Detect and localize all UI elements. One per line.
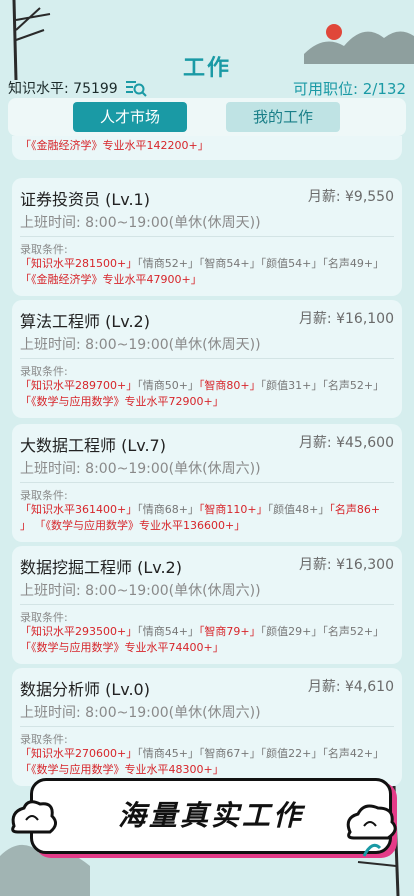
requirement-line: 「知识水平289700+」「情商50+」「智商80+」「颜值31+」「名声52+… [20,378,394,394]
req-looks: 「颜值29+」 [260,625,323,638]
requirement-line: 「知识水平293500+」「情商54+」「智商79+」「颜值29+」「名声52+… [20,624,394,640]
req-fame-close: 」 [20,519,31,532]
tab-my-work[interactable]: 我的工作 [226,102,340,132]
req-fame: 「名声86+ [329,503,381,516]
req-iq: 「智商110+」 [198,503,268,516]
req-major: 「《数学与应用数学》专业水平136600+」 [34,519,246,532]
knowledge-label: 知识水平: 75199 [8,81,118,97]
requirement-line: 「《数学与应用数学》专业水平48300+」 [20,762,394,778]
tab-bar: 人才市场 我的工作 [8,98,406,136]
promo-banner: 海量真实工作 [30,778,392,854]
req-looks: 「颜值48+」 [267,503,330,516]
requirement-line: 」 「《数学与应用数学》专业水平136600+」 [20,518,394,534]
job-salary: 月薪: ¥9,550 [307,189,394,205]
req-eq: 「情商68+」 [137,503,199,516]
req-eq: 「情商52+」 [137,257,199,270]
job-card[interactable]: 数据分析师 (Lv.0) 月薪: ¥4,610 上班时间: 8:00~19:00… [12,668,402,786]
divider [20,236,394,237]
job-title: 证券投资员 (Lv.1) [20,190,150,209]
req-fame: 「名声52+」 [322,625,385,638]
job-card[interactable]: 数据挖掘工程师 (Lv.2) 月薪: ¥16,300 上班时间: 8:00~19… [12,546,402,664]
requirement-line: 「《金融经济学》专业水平142200+」 [20,139,209,152]
req-looks: 「颜值31+」 [260,379,323,392]
job-list[interactable]: 「《金融经济学》专业水平142200+」 证券投资员 (Lv.1) 月薪: ¥9… [0,136,414,786]
job-card[interactable]: 大数据工程师 (Lv.7) 月薪: ¥45,600 上班时间: 8:00~19:… [12,424,402,542]
req-iq: 「智商79+」 [198,625,261,638]
req-knowledge: 「知识水平289700+」 [20,379,138,392]
req-eq: 「情商50+」 [137,379,199,392]
job-hours: 上班时间: 8:00~19:00(单休(休周六)) [20,705,261,721]
job-salary: 月薪: ¥4,610 [307,679,394,695]
requirement-line: 「知识水平281500+」「情商52+」「智商54+」「颜值54+」「名声49+… [20,256,394,272]
job-card[interactable]: 证券投资员 (Lv.1) 月薪: ¥9,550 上班时间: 8:00~19:00… [12,178,402,296]
divider [20,726,394,727]
requirement-line: 「知识水平361400+」「情商68+」「智商110+」「颜值48+」「名声86… [20,502,394,518]
requirement-line: 「知识水平270600+」「情商45+」「智商67+」「颜值22+」「名声42+… [20,746,394,762]
job-hours: 上班时间: 8:00~19:00(单休(休周天)) [20,215,261,231]
req-looks: 「颜值22+」 [260,747,323,760]
req-eq: 「情商45+」 [137,747,199,760]
job-salary: 月薪: ¥16,300 [298,557,394,573]
req-iq: 「智商54+」 [198,257,261,270]
job-card-partial[interactable]: 「《金融经济学》专业水平142200+」 [12,136,402,160]
job-salary: 月薪: ¥45,600 [298,435,394,451]
req-major: 「《数学与应用数学》专业水平74400+」 [20,641,224,654]
req-fame: 「名声52+」 [322,379,385,392]
job-title: 数据挖掘工程师 (Lv.2) [20,558,182,577]
divider [20,358,394,359]
requirements-label: 录取条件: [20,243,68,256]
job-title: 大数据工程师 (Lv.7) [20,436,166,455]
requirement-line: 「《金融经济学》专业水平47900+」 [20,272,394,288]
job-title: 算法工程师 (Lv.2) [20,312,150,331]
requirements-label: 录取条件: [20,611,68,624]
job-salary: 月薪: ¥16,100 [298,311,394,327]
job-card[interactable]: 算法工程师 (Lv.2) 月薪: ¥16,100 上班时间: 8:00~19:0… [12,300,402,418]
req-looks: 「颜值54+」 [260,257,323,270]
cloud-icon-left [11,800,57,834]
requirements-label: 录取条件: [20,489,68,502]
divider [20,482,394,483]
req-fame: 「名声42+」 [322,747,385,760]
search-list-icon[interactable] [124,78,148,98]
positions-stat: 可用职位: 2/132 [292,80,406,98]
req-fame: 「名声49+」 [322,257,385,270]
requirement-line: 「《数学与应用数学》专业水平74400+」 [20,640,394,656]
knowledge-stat: 知识水平: 75199 [8,78,148,98]
req-knowledge: 「知识水平361400+」 [20,503,138,516]
job-title: 数据分析师 (Lv.0) [20,680,150,699]
req-major: 「《数学与应用数学》专业水平48300+」 [20,763,224,776]
divider [20,604,394,605]
job-hours: 上班时间: 8:00~19:00(单休(休周六)) [20,461,261,477]
req-knowledge: 「知识水平293500+」 [20,625,138,638]
decorative-swirl-icon [362,843,382,857]
req-major: 「《金融经济学》专业水平47900+」 [20,273,202,286]
req-iq: 「智商80+」 [198,379,261,392]
job-hours: 上班时间: 8:00~19:00(单休(休周天)) [20,337,261,353]
req-major: 「《数学与应用数学》专业水平72900+」 [20,395,224,408]
tab-talent-market[interactable]: 人才市场 [73,102,187,132]
req-iq: 「智商67+」 [198,747,261,760]
req-eq: 「情商54+」 [137,625,199,638]
requirements-label: 录取条件: [20,365,68,378]
stats-bar: 知识水平: 75199 可用职位: 2/132 [8,76,406,98]
requirement-line: 「《数学与应用数学》专业水平72900+」 [20,394,394,410]
req-knowledge: 「知识水平281500+」 [20,257,138,270]
req-knowledge: 「知识水平270600+」 [20,747,138,760]
requirements-label: 录取条件: [20,733,68,746]
job-hours: 上班时间: 8:00~19:00(单休(休周六)) [20,583,261,599]
